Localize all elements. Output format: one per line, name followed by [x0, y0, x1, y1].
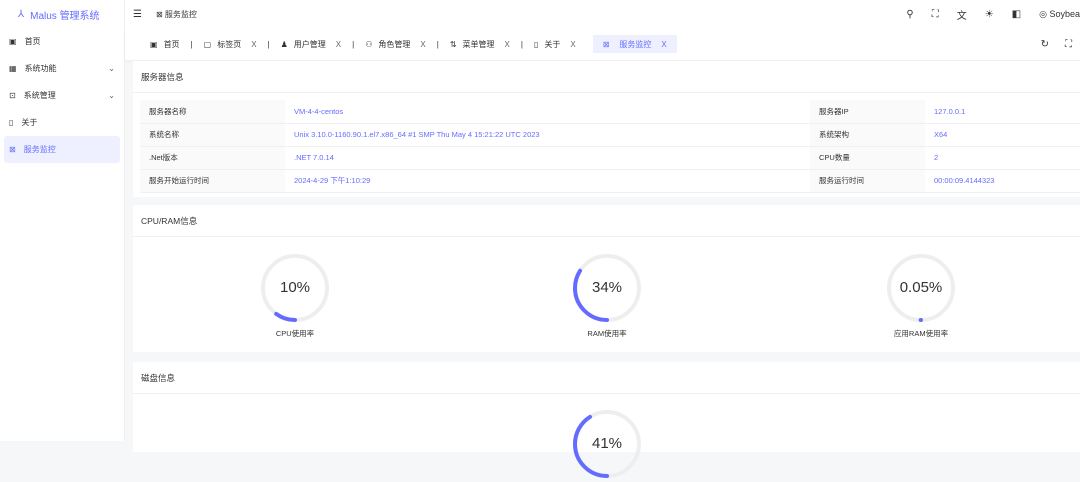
sidebar-item-server-monitor[interactable]: ⊠ 服务监控 — [4, 136, 120, 163]
tab-tabs-page[interactable]: ▢ 标签页 X — [199, 35, 262, 53]
tab-home[interactable]: ▣ 首页 — [145, 35, 185, 53]
server-info-card: 服务器信息 服务器名称 VM-4-4-centos 服务器IP 127.0.0.1 系统… — [133, 61, 1080, 197]
refresh-icon[interactable]: ↻ — [1041, 39, 1049, 50]
settings-monitor-icon: ⊡ — [9, 91, 16, 100]
divider: | — [520, 39, 523, 49]
row-value: 00:00:09.4144323 — [925, 169, 1080, 193]
row-value: Unix 3.10.0-1160.90.1.el7.x86_64 #1 SMP … — [285, 123, 810, 147]
card-title: 服务器信息 — [133, 61, 1080, 93]
server-info-table: 服务器名称 VM-4-4-centos 服务器IP 127.0.0.1 系统名称 Unix… — [140, 100, 1080, 193]
divider: | — [267, 39, 270, 49]
row-label: CPU数量 — [810, 146, 925, 170]
sidebar-item-about[interactable]: ▯ 关于 — [0, 109, 124, 136]
row-label: 服务器IP — [810, 100, 925, 124]
theme-sun-icon[interactable]: ☀ — [985, 9, 994, 20]
row-label: 系统架构 — [810, 123, 925, 147]
sidebar-item-system-management[interactable]: ⊡ 系统管理 ⌄ — [0, 82, 124, 109]
gauge: 34% RAM使用率 — [547, 252, 667, 339]
sidebar-item-home[interactable]: ▣ 首页 — [0, 28, 124, 55]
row-value: X64 — [925, 123, 1080, 147]
sidebar: ⅄ Malus 管理系统 ▣ 首页 ▦ 系统功能 ⌄ ⊡ 系统管理 ⌄ ▯ 关于 ⊠ 服务监控 — [0, 0, 125, 441]
breadcrumb[interactable]: ⊠ 服务监控 — [156, 9, 197, 20]
chevron-down-icon: ⌄ — [108, 91, 115, 100]
table-row: 系统名称 Unix 3.10.0-1160.90.1.el7.x86_64 #1 … — [140, 123, 1080, 147]
gauge: 0.05% 应用RAM使用率 — [861, 252, 981, 339]
close-icon[interactable]: X — [661, 40, 666, 49]
fullscreen-icon[interactable]: ⛶ — [1065, 39, 1072, 50]
gauge-value: 0.05% — [899, 279, 943, 296]
fullscreen-icon[interactable]: ⛶ — [932, 9, 939, 20]
row-value: VM-4-4-centos — [285, 100, 810, 124]
card-title: 磁盘信息 — [133, 362, 1080, 394]
row-value: 2 — [925, 146, 1080, 170]
row-label: 服务运行时间 — [810, 169, 925, 193]
divider: | — [190, 39, 193, 49]
tab-menu-management[interactable]: ⇅ 菜单管理 X — [445, 35, 515, 53]
gauge-value: 34% — [591, 279, 623, 296]
gauge-value: 10% — [279, 279, 311, 296]
table-row: 服务器名称 VM-4-4-centos 服务器IP 127.0.0.1 — [140, 100, 1080, 124]
tab-user-management[interactable]: ♟ 用户管理 X — [276, 35, 347, 53]
monitor-icon: ⊠ — [9, 145, 16, 154]
monitor-icon: ▣ — [150, 39, 158, 49]
monitor-icon: ▣ — [9, 37, 17, 46]
window-icon: ▢ — [203, 39, 212, 49]
row-label: .Net版本 — [140, 146, 285, 170]
header: ☰ ⊠ 服务监控 ⚲ ⛶ 文 ☀ ◧ ◎ Soybea — [125, 0, 1080, 28]
layout-icon[interactable]: ◧ — [1012, 9, 1021, 20]
row-label: 系统名称 — [140, 123, 285, 147]
gauge-label: CPU使用率 — [275, 329, 315, 338]
close-icon[interactable]: X — [251, 40, 256, 49]
user-icon: ⚇ — [365, 39, 373, 49]
document-icon: ▯ — [533, 39, 539, 49]
table-row: 服务开始运行时间 2024-4-29 下午1:10:29 服务运行时间 00:00:0… — [140, 169, 1080, 193]
language-icon[interactable]: 文 — [957, 7, 967, 22]
gauge-label: 应用RAM使用率 — [893, 329, 949, 338]
tab-server-monitor[interactable]: ⊠ 服务监控 X — [592, 35, 677, 53]
gauge: 10% CPU使用率 — [235, 252, 355, 339]
logo[interactable]: ⅄ Malus 管理系统 — [0, 0, 124, 28]
chevron-down-icon: ⌄ — [108, 64, 115, 73]
cpu-ram-card: CPU/RAM信息 10% CPU使用率 34% RAM使用率 0.05% 应用RAM使用… — [133, 205, 1080, 352]
document-icon: ▯ — [9, 118, 14, 127]
tab-about[interactable]: ▯ 关于 X — [529, 35, 581, 53]
users-icon: ♟ — [280, 39, 288, 49]
menu-toggle-icon[interactable]: ☰ — [133, 9, 142, 20]
tabs-bar: ▣ 首页 | ▢ 标签页 X | ♟ 用户管理 X | ⚇ 角色管理 X | ⇅ 菜单管理 X | ▯ 关于 X… — [125, 28, 1080, 60]
close-icon[interactable]: X — [336, 40, 341, 49]
close-icon[interactable]: X — [420, 40, 425, 49]
card-title: CPU/RAM信息 — [133, 205, 1080, 237]
table-row: .Net版本 .NET 7.0.14 CPU数量 2 — [140, 146, 1080, 170]
monitor-icon: ⊠ — [155, 9, 163, 19]
user-menu[interactable]: ◎ Soybea — [1039, 9, 1080, 20]
sidebar-item-system-functions[interactable]: ▦ 系统功能 ⌄ — [0, 55, 124, 82]
gauge-value: 41% — [591, 435, 623, 452]
disk-card: 磁盘信息 41% — [133, 362, 1080, 478]
row-label: 服务开始运行时间 — [140, 169, 285, 193]
close-icon[interactable]: X — [570, 40, 575, 49]
gauge: 41% — [547, 408, 667, 482]
search-icon[interactable]: ⚲ — [906, 9, 913, 20]
logo-icon: ⅄ — [18, 8, 25, 20]
row-value: 2024-4-29 下午1:10:29 — [285, 169, 810, 193]
row-value: 127.0.0.1 — [925, 100, 1080, 124]
sort-icon: ⇅ — [449, 39, 457, 49]
grid-icon: ▦ — [9, 64, 17, 73]
gauge-label: RAM使用率 — [587, 329, 627, 338]
row-value: .NET 7.0.14 — [285, 146, 810, 170]
close-icon[interactable]: X — [505, 40, 510, 49]
divider: | — [436, 39, 439, 49]
tab-role-management[interactable]: ⚇ 角色管理 X — [360, 35, 431, 53]
divider: | — [352, 39, 355, 49]
monitor-icon: ⊠ — [602, 39, 610, 49]
row-label: 服务器名称 — [140, 100, 285, 124]
